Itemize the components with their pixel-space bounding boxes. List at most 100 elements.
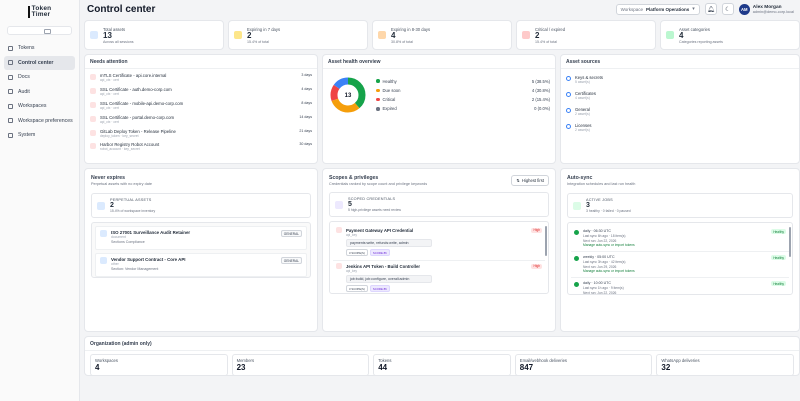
scrollbar[interactable] bbox=[545, 226, 547, 256]
sidebar-collapse-button[interactable] bbox=[7, 26, 72, 35]
sidebar-item-system[interactable]: System bbox=[4, 128, 75, 142]
kpi-value: 4 bbox=[391, 30, 396, 40]
notifications-button[interactable]: 🔔︎ bbox=[704, 3, 717, 15]
never-expires-subtitle: Perpetual assets with no expiry date bbox=[91, 182, 152, 186]
org-stat-card: Workspaces 4 bbox=[90, 354, 228, 375]
attention-item[interactable]: SSL Certificate - mobile-api.demo-corp.c… bbox=[85, 99, 317, 113]
highest-first-button[interactable]: ⇅ Highest first bbox=[511, 175, 549, 186]
attention-days: 3 days bbox=[301, 73, 312, 78]
legend-label: Expired bbox=[382, 106, 397, 112]
legend-dot bbox=[376, 107, 380, 111]
sync-job[interactable]: weekly · 05:00 UTC Last sync 3h ago · 42 … bbox=[571, 252, 789, 278]
source-item[interactable]: Licenses 2 asset(s) bbox=[561, 120, 799, 136]
sidebar-item-audit[interactable]: Audit bbox=[4, 85, 75, 99]
score-pill: SCORE 86 bbox=[369, 249, 390, 256]
legend-item: Due soon 4 (30.8%) bbox=[376, 86, 550, 95]
kpi-value: 4 bbox=[679, 30, 684, 40]
workspace-selector[interactable]: Workspace Platform Operations ▾ bbox=[615, 3, 700, 15]
donut-center-value: 13 bbox=[345, 93, 352, 99]
manage-link[interactable]: Manage auto-sync or import tokens bbox=[583, 269, 635, 274]
attention-days: 4 days bbox=[301, 87, 312, 92]
box-value: 3 bbox=[586, 202, 590, 209]
kpi-icon bbox=[90, 31, 98, 39]
scope-item[interactable]: Payment Gateway API Credential High api_ke… bbox=[333, 225, 545, 261]
source-count: 2 asset(s) bbox=[575, 128, 590, 132]
kpi-label: Expiring in 7 days bbox=[247, 26, 281, 32]
kpi-sub: Categories reporting assets bbox=[679, 39, 723, 44]
legend-dot bbox=[376, 79, 380, 83]
org-stat-card: Email/webhook deliveries 847 bbox=[514, 354, 653, 375]
auto-sync-subtitle: Integration schedules and last run healt… bbox=[567, 182, 636, 186]
sidebar-item-label: Tokens bbox=[18, 45, 35, 51]
page-title: Control center bbox=[87, 3, 156, 15]
legend-dot bbox=[376, 88, 380, 93]
sidebar-item-tokens[interactable]: Tokens bbox=[4, 41, 75, 55]
box-value: 2 bbox=[110, 202, 114, 209]
user-email: admin@demo-corp.local bbox=[752, 9, 794, 14]
sidebar-item-label: Workspaces bbox=[18, 103, 47, 109]
source-item[interactable]: Keys & secrets 5 asset(s) bbox=[561, 72, 799, 88]
asset-health-donut: 13 bbox=[330, 77, 366, 113]
box-sub: 5 high-privilege assets need review bbox=[348, 208, 401, 212]
attention-item[interactable]: GitLab Deploy Token - Release Pipeline de… bbox=[85, 126, 317, 140]
sync-job[interactable]: daily · 10:00 UTC Last sync 1h ago · 9 it… bbox=[571, 278, 789, 294]
check-icon bbox=[566, 124, 571, 129]
kpi-value: 2 bbox=[247, 30, 252, 40]
never-expires-list: ISO 27001 Surveillance Audit Retainer doc… bbox=[91, 222, 311, 278]
auto-sync-list: daily · 06:30 UTC Last sync 6h ago · 18 i… bbox=[567, 222, 793, 295]
attention-item[interactable]: mTLS Certificate - api.core.internal api_… bbox=[85, 71, 317, 85]
alert-icon bbox=[90, 115, 96, 122]
perpetual-assets-summary: PERPETUAL ASSETS 2 15.4% of workspace inve… bbox=[91, 193, 311, 218]
needs-attention-card: Needs attention mTLS Certificate - api.c… bbox=[84, 54, 318, 164]
job-last-sync: Last sync 1h ago · 9 item(s) bbox=[583, 286, 624, 290]
scrollbar[interactable] bbox=[789, 227, 791, 257]
workspace-value: Platform Operations bbox=[646, 6, 690, 12]
kpi-label: Expiring in 8-30 days bbox=[391, 26, 431, 32]
kpi-sub: 15.4% of total bbox=[247, 39, 269, 44]
attention-item[interactable]: SSL Certificate - auth.demo-corp.com api_… bbox=[85, 85, 317, 99]
logo[interactable]: Token Timer bbox=[4, 5, 75, 19]
sidebar: Token Timer Tokens Control center Docs Au… bbox=[0, 0, 80, 401]
org-stat-value: 23 bbox=[236, 363, 246, 372]
key-icon bbox=[8, 45, 13, 51]
sidebar-item-workspace-preferences[interactable]: Workspace preferences bbox=[4, 114, 75, 128]
health-badge: Healthy bbox=[771, 255, 786, 260]
perpetual-item[interactable]: ISO 27001 Surveillance Audit Retainer doc… bbox=[95, 226, 307, 250]
asset-health-card: Asset health overview 13 Healthy 5 (38.5%… bbox=[322, 54, 556, 164]
never-expires-card: Never expires Perpetual assets with no e… bbox=[84, 168, 318, 332]
asset-health-title: Asset health overview bbox=[323, 55, 555, 69]
sync-job[interactable]: daily · 06:30 UTC Last sync 6h ago · 18 i… bbox=[571, 226, 789, 252]
source-count: 4 asset(s) bbox=[575, 96, 590, 100]
sort-icon: ⇅ bbox=[516, 178, 520, 183]
check-icon bbox=[566, 76, 571, 81]
shield-icon bbox=[335, 200, 343, 209]
privilege-badge: High bbox=[531, 263, 542, 269]
auto-sync-card: Auto-sync Integration schedules and last… bbox=[560, 168, 800, 332]
source-item[interactable]: General 2 asset(s) bbox=[561, 104, 799, 120]
scope-item[interactable]: Jenkins API Token - Build Controller High… bbox=[333, 261, 545, 293]
perpetual-item[interactable]: Vendor Support Contract - Core API other S… bbox=[95, 253, 307, 277]
attention-item[interactable]: Harbor Registry Robot Account robot_accou… bbox=[85, 140, 317, 154]
moon-icon: ☾ bbox=[725, 6, 731, 13]
theme-toggle-button[interactable]: ☾ bbox=[721, 3, 734, 15]
chevron-down-icon: ▾ bbox=[692, 6, 695, 12]
source-item[interactable]: Certificates 4 asset(s) bbox=[561, 88, 799, 104]
attention-sub: api_ctx · cert bbox=[100, 119, 119, 124]
asset-sources-card: Asset sources Keys & secrets 5 asset(s) Ce… bbox=[560, 54, 800, 164]
attention-sub: api_ctx · cert bbox=[100, 105, 119, 110]
organization-title: Organization (admin only) bbox=[85, 337, 799, 351]
attention-item[interactable]: SSL Certificate - portal.demo-corp.com ap… bbox=[85, 112, 317, 126]
highest-first-label: Highest first bbox=[521, 178, 544, 183]
workspace-label: Workspace bbox=[620, 6, 643, 12]
attention-name: GitLab Deploy Token - Release Pipeline bbox=[100, 128, 176, 134]
box-label: SCOPED CREDENTIALS bbox=[348, 197, 396, 201]
sidebar-item-control-center[interactable]: Control center bbox=[4, 55, 75, 70]
user-menu[interactable]: AM Alex Morgan admin@demo-corp.local bbox=[738, 3, 800, 15]
manage-link[interactable]: Manage auto-sync or import tokens bbox=[583, 243, 635, 248]
sidebar-item-workspaces[interactable]: Workspaces bbox=[4, 99, 75, 113]
sync-icon bbox=[573, 201, 581, 210]
kpi-icon bbox=[378, 31, 386, 39]
sidebar-item-docs[interactable]: Docs bbox=[4, 70, 75, 84]
check-icon bbox=[566, 108, 571, 113]
scope-count-pill: 3 SCOPE(S) bbox=[346, 285, 368, 292]
